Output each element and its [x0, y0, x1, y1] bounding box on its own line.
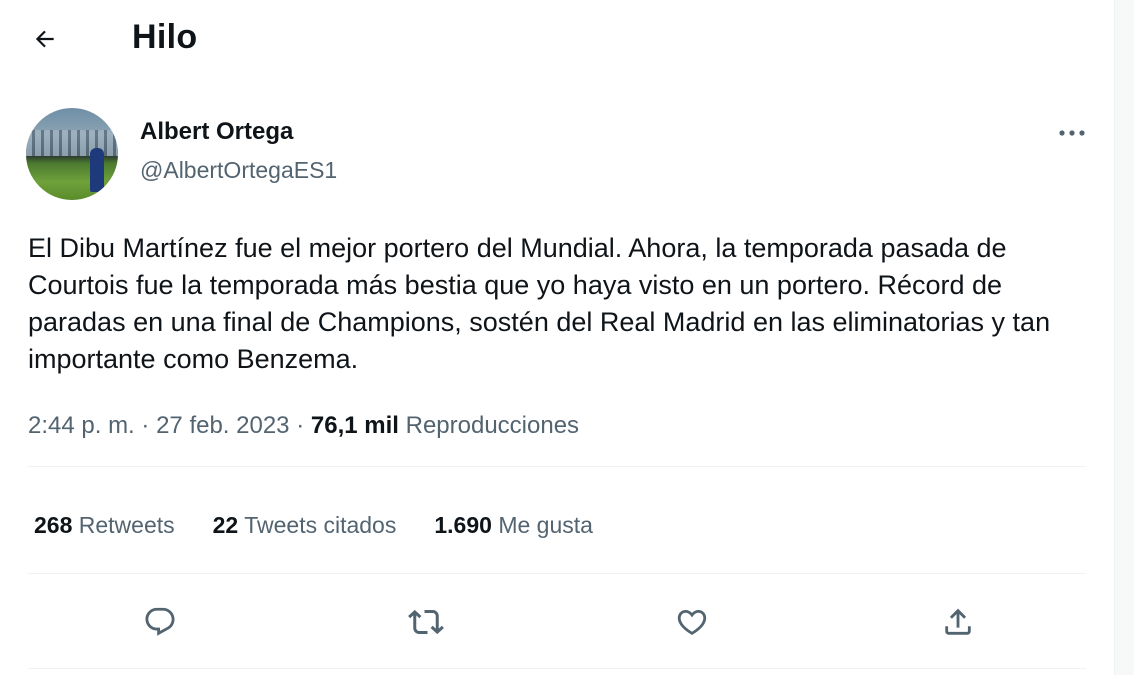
- arrow-left-icon: [35, 30, 54, 48]
- meta-separator: ·: [296, 412, 305, 439]
- back-button[interactable]: [24, 18, 66, 60]
- divider: [28, 466, 1086, 467]
- share-icon: [945, 608, 971, 635]
- like-button[interactable]: [670, 600, 714, 644]
- reply-button[interactable]: [138, 600, 182, 644]
- avatar[interactable]: [26, 108, 118, 200]
- page-title: Hilo: [132, 18, 198, 56]
- likes-label: Me gusta: [498, 512, 593, 538]
- tweet-date[interactable]: 27 feb. 2023: [156, 412, 289, 439]
- likes-count: 1.690: [434, 512, 492, 538]
- quotes-count: 22: [212, 512, 239, 538]
- author-handle[interactable]: @AlbertOrtegaES1: [140, 157, 337, 184]
- avatar-stadium-stand: [26, 130, 118, 156]
- thread-page: Hilo Albert Ortega @AlbertOrtegaES1 El D…: [0, 0, 1134, 675]
- more-icon: [1059, 130, 1085, 136]
- retweet-icon: [408, 609, 444, 635]
- reply-icon: [145, 607, 175, 636]
- divider: [28, 668, 1086, 669]
- meta-separator: ·: [141, 412, 150, 439]
- tweet-time[interactable]: 2:44 p. m.: [28, 412, 135, 439]
- scrollbar-track[interactable]: [1114, 0, 1134, 675]
- retweets-label: Retweets: [78, 512, 175, 538]
- retweets-stat[interactable]: 268 Retweets: [34, 512, 175, 539]
- tweet-text: El Dibu Martínez fue el mejor portero de…: [28, 233, 1051, 374]
- author-display-name[interactable]: Albert Ortega: [140, 118, 293, 146]
- views-count: 76,1 mil: [310, 412, 399, 439]
- share-button[interactable]: [936, 600, 980, 644]
- views-label: Reproducciones: [405, 412, 580, 439]
- more-options-button[interactable]: [1052, 118, 1092, 148]
- tweet-actions: [0, 600, 1110, 650]
- retweets-count: 268: [34, 512, 73, 538]
- avatar-person: [90, 148, 104, 192]
- like-icon: [677, 609, 707, 635]
- retweet-button[interactable]: [404, 600, 448, 644]
- tweet-meta: 2:44 p. m. · 27 feb. 2023 · 76,1 mil Rep…: [28, 412, 579, 440]
- likes-stat[interactable]: 1.690 Me gusta: [434, 512, 593, 539]
- divider: [28, 573, 1086, 574]
- quotes-stat[interactable]: 22 Tweets citados: [213, 512, 397, 539]
- tweet-stats: 268 Retweets 22 Tweets citados 1.690 Me …: [34, 512, 593, 539]
- page-header: Hilo: [0, 0, 1110, 76]
- quotes-label: Tweets citados: [244, 512, 397, 538]
